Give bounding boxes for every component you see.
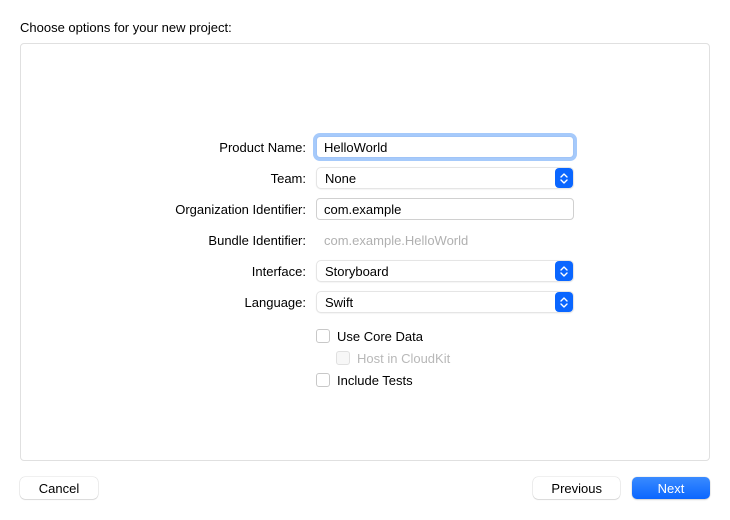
language-label: Language: <box>21 295 316 310</box>
use-core-data-label: Use Core Data <box>337 329 423 344</box>
next-button[interactable]: Next <box>632 477 710 499</box>
team-label: Team: <box>21 171 316 186</box>
product-name-label: Product Name: <box>21 140 316 155</box>
interface-select-value: Storyboard <box>325 264 389 279</box>
updown-icon <box>555 261 573 281</box>
options-panel: Product Name: Team: None Organization Id… <box>20 43 710 461</box>
org-identifier-label: Organization Identifier: <box>21 202 316 217</box>
bundle-identifier-value: com.example.HelloWorld <box>316 233 574 248</box>
dialog-title: Choose options for your new project: <box>20 20 710 35</box>
bundle-identifier-label: Bundle Identifier: <box>21 233 316 248</box>
product-name-input[interactable] <box>316 136 574 158</box>
host-in-cloudkit-checkbox <box>336 351 350 365</box>
previous-button[interactable]: Previous <box>533 477 620 499</box>
host-in-cloudkit-label: Host in CloudKit <box>357 351 450 366</box>
updown-icon <box>555 168 573 188</box>
include-tests-label: Include Tests <box>337 373 413 388</box>
org-identifier-input[interactable] <box>316 198 574 220</box>
updown-icon <box>555 292 573 312</box>
button-bar: Cancel Previous Next <box>20 461 710 499</box>
language-select[interactable]: Swift <box>316 291 574 313</box>
use-core-data-checkbox[interactable] <box>316 329 330 343</box>
team-select[interactable]: None <box>316 167 574 189</box>
cancel-button[interactable]: Cancel <box>20 477 98 499</box>
include-tests-checkbox[interactable] <box>316 373 330 387</box>
language-select-value: Swift <box>325 295 353 310</box>
interface-label: Interface: <box>21 264 316 279</box>
interface-select[interactable]: Storyboard <box>316 260 574 282</box>
team-select-value: None <box>325 171 356 186</box>
